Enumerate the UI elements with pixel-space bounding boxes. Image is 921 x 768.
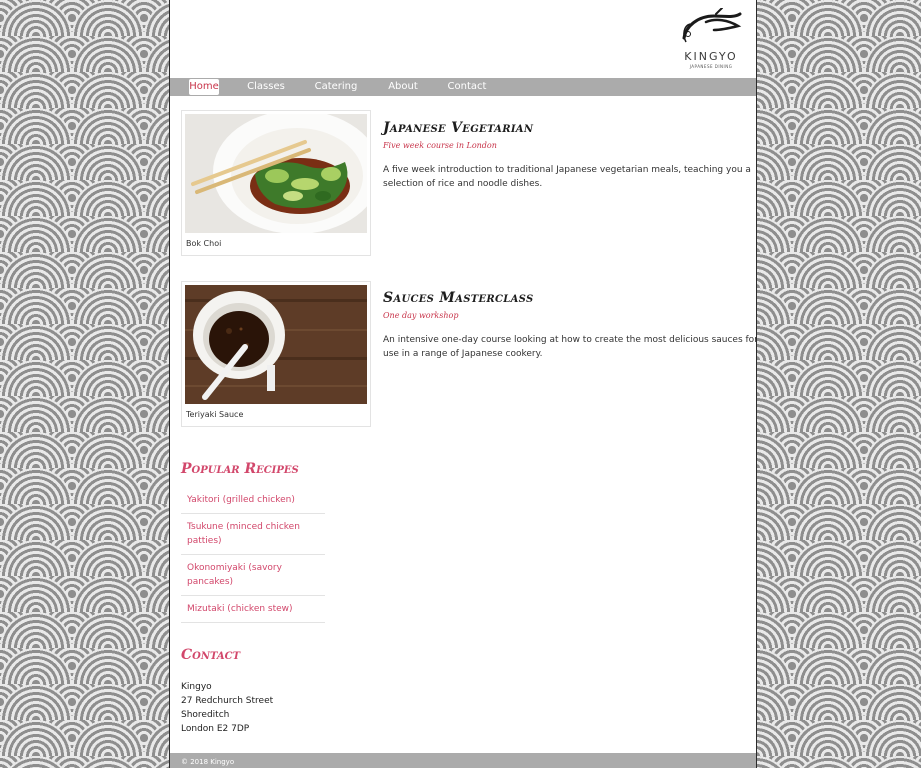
course-title[interactable]: Japanese Vegetarian: [383, 120, 533, 136]
image-caption: Bok Choi: [186, 239, 222, 248]
course-image-card: Bok Choi: [181, 110, 371, 256]
main-nav: Home Classes Catering About Contact: [170, 78, 756, 96]
kingyo-logo[interactable]: KINGYO JAPANESE DINING: [676, 7, 746, 72]
address-line: London E2 7DP: [181, 724, 250, 734]
contact-heading: Contact: [181, 647, 241, 663]
course-subtitle: One day workshop: [383, 311, 459, 320]
copyright-text: © 2018 Kingyo: [181, 758, 235, 766]
address-line: 27 Redchurch Street: [181, 696, 274, 706]
nav-item-home[interactable]: Home: [189, 79, 219, 95]
image-caption: Teriyaki Sauce: [186, 410, 244, 419]
course-description: A five week introduction to traditional …: [383, 165, 751, 189]
recipe-link[interactable]: Mizutaki (chicken stew): [181, 596, 325, 623]
bok-choi-photo[interactable]: [185, 114, 367, 233]
course-subtitle: Five week course in London: [383, 141, 497, 150]
page-container: KINGYO JAPANESE DINING Home Classes Cate…: [169, 0, 757, 768]
teriyaki-sauce-photo[interactable]: [185, 285, 367, 404]
course-title[interactable]: Sauces Masterclass: [383, 290, 534, 306]
nav-item-about[interactable]: About: [386, 79, 420, 95]
footer: © 2018 Kingyo: [170, 753, 756, 768]
recipe-link[interactable]: Yakitori (grilled chicken): [181, 487, 325, 514]
nav-item-classes[interactable]: Classes: [246, 79, 286, 95]
address-line: Kingyo: [181, 682, 212, 692]
recipe-link[interactable]: Tsukune (minced chicken patties): [181, 514, 325, 555]
recipes-heading: Popular Recipes: [181, 461, 299, 477]
address-line: Shoreditch: [181, 710, 230, 720]
course-image-card: Teriyaki Sauce: [181, 281, 371, 427]
brand-name: KINGYO: [684, 50, 738, 63]
recipe-link[interactable]: Okonomiyaki (savory pancakes): [181, 555, 325, 596]
brand-tagline: JAPANESE DINING: [689, 64, 733, 69]
goldfish-logo-icon: [682, 7, 742, 43]
nav-item-catering[interactable]: Catering: [313, 79, 359, 95]
contact-address: Kingyo 27 Redchurch Street Shoreditch Lo…: [181, 680, 273, 736]
recipe-list: Yakitori (grilled chicken) Tsukune (minc…: [181, 487, 325, 623]
course-description: An intensive one-day course looking at h…: [383, 335, 757, 359]
nav-item-contact[interactable]: Contact: [447, 79, 487, 95]
